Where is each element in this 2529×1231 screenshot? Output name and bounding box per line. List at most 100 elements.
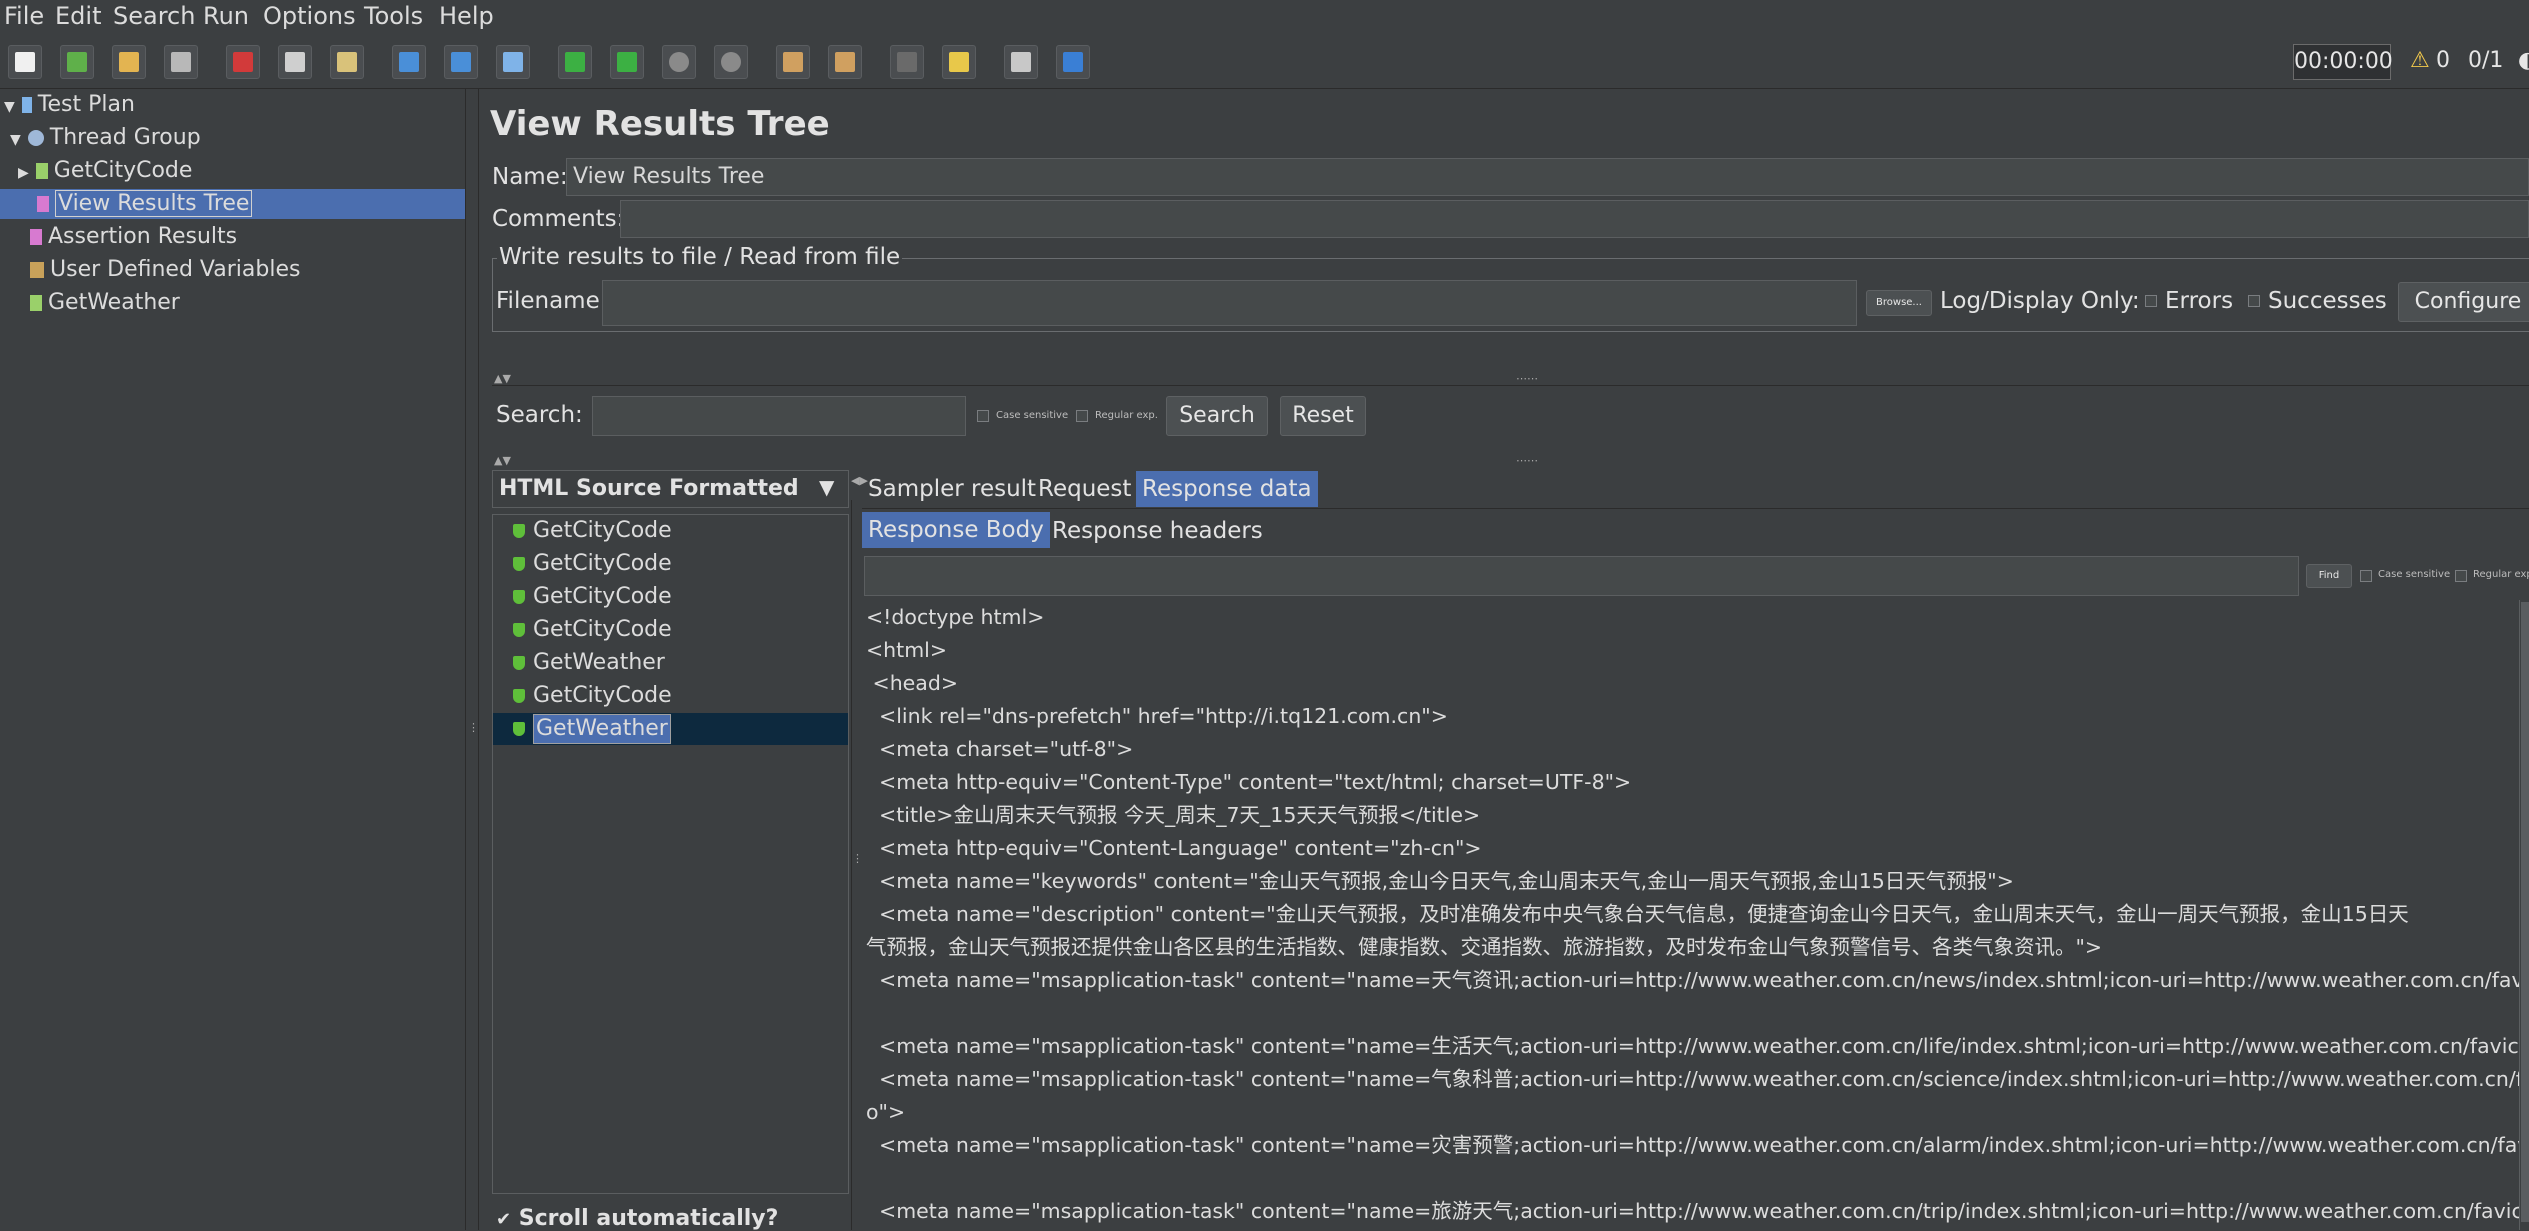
success-shield-icon <box>513 689 525 703</box>
tab-underline <box>862 508 2529 509</box>
toggle-icon[interactable] <box>496 45 530 79</box>
divider-arrows-icon[interactable]: ▲▼ <box>494 372 511 385</box>
tree-item-assertion-results[interactable]: Assertion Results <box>30 222 237 252</box>
start-icon[interactable] <box>558 45 592 79</box>
new-icon[interactable] <box>8 45 42 79</box>
divider-grip-icon[interactable]: ⋯⋯ <box>1516 372 1538 385</box>
find-regular-exp-checkbox[interactable] <box>2455 570 2467 582</box>
list-item[interactable]: GetCityCode <box>493 515 848 547</box>
open-icon[interactable] <box>112 45 146 79</box>
page-title: View Results Tree <box>490 104 830 144</box>
list-item[interactable]: GetCityCode <box>493 614 848 646</box>
paste-icon[interactable] <box>330 45 364 79</box>
test-plan-tree: ▼ Test Plan ▼ Thread Group ▶ GetCityCode… <box>0 89 466 1230</box>
collapse-icon[interactable] <box>444 45 478 79</box>
tree-item-test-plan[interactable]: ▼ Test Plan <box>4 90 135 120</box>
regular-exp-label: Regular exp. <box>1095 410 1158 421</box>
warning-icon[interactable]: ⚠ <box>2410 48 2430 73</box>
menu-help[interactable]: Help <box>439 2 494 30</box>
tree-item-view-results-tree[interactable]: View Results Tree <box>0 189 465 219</box>
success-shield-icon <box>513 623 525 637</box>
checkbox-checked-icon[interactable]: ✔ <box>496 1209 511 1230</box>
menu-run[interactable]: Run <box>203 2 249 30</box>
reset-search-icon[interactable] <box>942 45 976 79</box>
search-button[interactable]: Search <box>1166 396 1268 436</box>
listener-icon <box>37 196 49 212</box>
find-button[interactable]: Find <box>2306 564 2352 588</box>
expand-arrow-icon[interactable]: ▼ <box>10 132 21 148</box>
start-no-pauses-icon[interactable] <box>610 45 644 79</box>
tree-item-thread-group[interactable]: ▼ Thread Group <box>10 123 201 153</box>
tab-sampler-result[interactable]: Sampler result <box>862 471 1042 507</box>
clear-all-icon[interactable] <box>828 45 862 79</box>
menu-file[interactable]: File <box>4 2 44 30</box>
response-body-text[interactable]: <!doctype html> <html> <head> <link rel=… <box>864 599 2529 1230</box>
list-item[interactable]: GetCityCode <box>493 680 848 712</box>
find-input[interactable] <box>864 556 2299 596</box>
code-line: <meta http-equiv="Content-Language" cont… <box>866 836 1482 860</box>
divider-line <box>492 385 2529 386</box>
results-list: GetCityCode GetCityCode GetCityCode GetC… <box>492 514 849 1194</box>
save-icon[interactable] <box>164 45 198 79</box>
find-case-sensitive-checkbox[interactable] <box>2360 570 2372 582</box>
copy-icon[interactable] <box>278 45 312 79</box>
reset-button[interactable]: Reset <box>1280 396 1366 436</box>
code-line: <meta name="keywords" content="金山天气预报,金山… <box>866 869 2014 893</box>
list-item-selected[interactable]: GetWeather <box>493 713 848 745</box>
tree-item-getcitycode[interactable]: ▶ GetCityCode <box>18 156 192 186</box>
code-line: <link rel="dns-prefetch" href="http://i.… <box>866 704 1448 728</box>
main-splitter[interactable]: ⋮ <box>466 89 479 1230</box>
scroll-auto-label: ✔ Scroll automatically? <box>496 1206 779 1231</box>
success-shield-icon <box>513 557 525 571</box>
tab-response-body[interactable]: Response Body <box>862 512 1050 548</box>
function-helper-icon[interactable] <box>1004 45 1038 79</box>
expand-arrow-icon[interactable]: ▼ <box>4 99 15 115</box>
errors-checkbox[interactable] <box>2145 295 2157 307</box>
menu-options[interactable]: Options <box>263 2 356 30</box>
code-line: <meta name="msapplication-task" content=… <box>866 1199 2529 1223</box>
renderer-select[interactable]: HTML Source Formatted ▼ <box>492 470 849 508</box>
configure-button[interactable]: Configure <box>2398 282 2529 322</box>
menu-search[interactable]: Search <box>113 2 195 30</box>
successes-checkbox[interactable] <box>2248 295 2260 307</box>
menu-edit[interactable]: Edit <box>55 2 101 30</box>
clear-icon[interactable] <box>776 45 810 79</box>
search-input[interactable] <box>592 396 966 436</box>
list-item[interactable]: GetCityCode <box>493 548 848 580</box>
successes-label: Successes <box>2268 288 2387 314</box>
expand-icon[interactable] <box>392 45 426 79</box>
search-icon[interactable] <box>890 45 924 79</box>
chevron-down-icon[interactable]: ▼ <box>819 475 834 499</box>
collapse-arrow-icon[interactable]: ▶ <box>18 165 29 181</box>
warning-count: 0 <box>2436 48 2450 73</box>
filename-input[interactable] <box>602 280 1857 326</box>
regular-exp-checkbox[interactable] <box>1076 410 1088 422</box>
results-splitter[interactable]: ⋮ <box>851 500 863 1230</box>
browse-button[interactable]: Browse... <box>1866 290 1932 316</box>
code-line: <meta name="msapplication-task" content=… <box>866 968 2529 992</box>
templates-icon[interactable] <box>60 45 94 79</box>
list-item[interactable]: GetCityCode <box>493 581 848 613</box>
code-line: <meta name="msapplication-task" content=… <box>866 1133 2529 1157</box>
list-item[interactable]: GetWeather <box>493 647 848 679</box>
tree-item-getweather[interactable]: GetWeather <box>30 288 180 318</box>
case-sensitive-checkbox[interactable] <box>977 410 989 422</box>
tab-request[interactable]: Request <box>1032 471 1137 507</box>
shutdown-icon[interactable] <box>714 45 748 79</box>
tab-response-headers[interactable]: Response headers <box>1046 513 1269 549</box>
help-icon[interactable] <box>1056 45 1090 79</box>
stop-icon[interactable] <box>662 45 696 79</box>
code-line: <meta http-equiv="Content-Type" content=… <box>866 770 1632 794</box>
name-field[interactable]: View Results Tree <box>566 158 2529 196</box>
success-shield-icon <box>513 524 525 538</box>
tree-item-user-defined-variables[interactable]: User Defined Variables <box>30 255 300 285</box>
tab-response-data[interactable]: Response data <box>1136 471 1318 507</box>
scrollbar-thumb[interactable] <box>2521 602 2529 1222</box>
code-line: <meta charset="utf-8"> <box>866 737 1134 761</box>
menu-tools[interactable]: Tools <box>364 2 423 30</box>
response-scrollbar[interactable] <box>2519 600 2529 1230</box>
cut-icon[interactable] <box>226 45 260 79</box>
divider-arrows-icon[interactable]: ▲▼ <box>494 454 511 467</box>
comments-field[interactable] <box>620 200 2529 238</box>
divider-grip-icon[interactable]: ⋯⋯ <box>1516 454 1538 467</box>
